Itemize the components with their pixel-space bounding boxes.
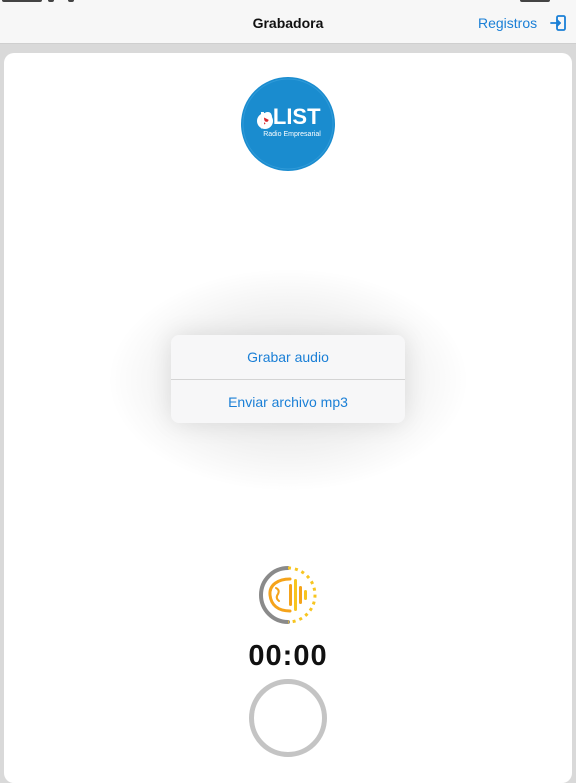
action-sheet: Grabar audio Enviar archivo mp3: [171, 335, 405, 423]
audio-wave-icon: [259, 566, 317, 624]
grabar-audio-button[interactable]: Grabar audio: [171, 335, 405, 379]
registros-button[interactable]: Registros: [478, 15, 537, 31]
enviar-mp3-button[interactable]: Enviar archivo mp3: [171, 380, 405, 423]
logo-brand-text: pLIST: [259, 104, 321, 129]
record-ring-icon[interactable]: [249, 679, 327, 757]
recording-timer: 00:00: [248, 640, 328, 672]
plist-logo: pLIST Radio Empresarial: [241, 77, 335, 171]
navigation-bar: Grabadora Registros: [0, 0, 576, 44]
logo-sub-text: Radio Empresarial: [263, 131, 321, 138]
status-bar-fragment: [0, 0, 576, 3]
logout-icon[interactable]: [549, 14, 567, 32]
